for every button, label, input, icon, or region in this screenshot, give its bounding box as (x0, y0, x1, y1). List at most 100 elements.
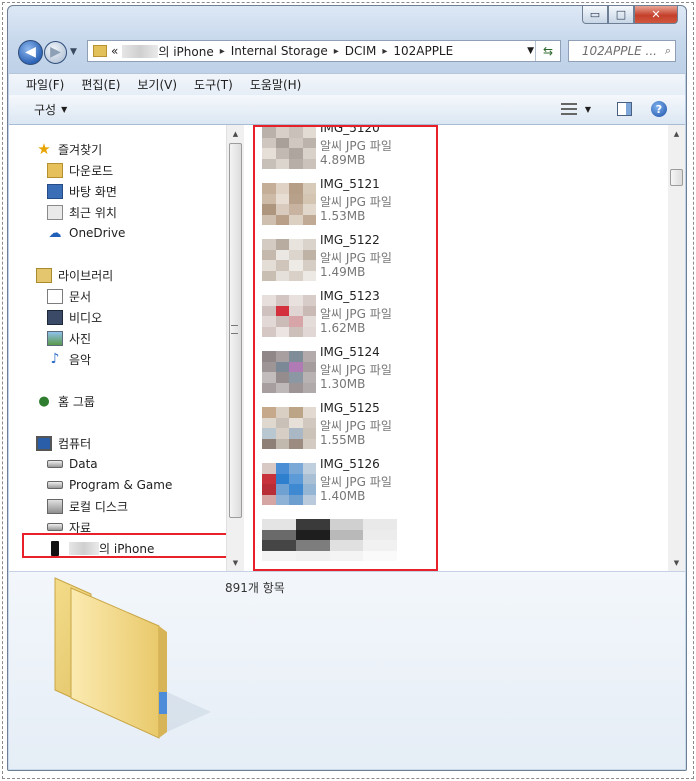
nav-label: Data (69, 457, 98, 471)
item-count: 891개 항목 (225, 581, 285, 595)
nav-videos[interactable]: 비디오 (47, 307, 102, 327)
breadcrumb-separator-icon[interactable]: ▸ (220, 46, 225, 57)
navigation-bar: ◀ ▶ ▼ « 의 iPhone ▸ Internal Storage ▸ DC… (18, 39, 676, 65)
homegroup-icon: ● (38, 393, 50, 409)
cloud-icon: ☁ (48, 225, 62, 241)
organize-button[interactable]: 구성 ▼ (34, 101, 67, 118)
nav-drive-data[interactable]: Data (47, 454, 98, 474)
drive-icon (47, 460, 63, 468)
nav-computer[interactable]: 컴퓨터 (36, 433, 91, 453)
view-dropdown-arrow[interactable]: ▼ (585, 105, 591, 114)
command-bar: 구성 ▼ ▼ ? (9, 95, 685, 125)
chevron-down-icon: ▼ (61, 105, 68, 114)
nav-onedrive[interactable]: ☁ OneDrive (47, 223, 126, 243)
refresh-button[interactable]: ⇆ (535, 41, 560, 61)
view-options-icon[interactable] (560, 103, 577, 115)
scroll-down-arrow-icon[interactable]: ▼ (668, 554, 685, 571)
close-button[interactable]: ✕ (634, 6, 678, 24)
navigation-pane: ★ 즐겨찾기 다운로드 바탕 화면 최근 위치 ☁ OneDrive 라이브러리… (9, 125, 226, 571)
preview-pane-icon[interactable] (617, 102, 632, 116)
nav-libraries[interactable]: 라이브러리 (36, 265, 113, 285)
search-icon: ⌕ (664, 44, 671, 57)
large-folder-icon (54, 577, 211, 739)
explorer-window: ▭ □ ✕ ◀ ▶ ▼ « 의 iPhone ▸ Internal Storag… (7, 5, 687, 771)
nav-label: 문서 (69, 289, 92, 304)
nav-documents[interactable]: 문서 (47, 286, 91, 306)
address-segment-internal-storage[interactable]: Internal Storage (231, 44, 328, 58)
help-icon[interactable]: ? (651, 101, 667, 117)
recent-pages-dropdown[interactable]: ▼ (70, 47, 77, 57)
nav-desktop[interactable]: 바탕 화면 (47, 181, 117, 201)
nav-music[interactable]: ♪ 음악 (47, 349, 92, 369)
scrollbar-grip-icon (231, 325, 238, 334)
scroll-up-arrow-icon[interactable]: ▲ (227, 125, 244, 142)
nav-local-disk[interactable]: 로컬 디스크 (47, 496, 128, 516)
address-history-dropdown[interactable]: ▼ (527, 46, 534, 56)
content-area: ★ 즐겨찾기 다운로드 바탕 화면 최근 위치 ☁ OneDrive 라이브러리… (9, 125, 685, 572)
nav-label: Program & Game (69, 478, 173, 492)
menu-view[interactable]: 보기(V) (137, 76, 177, 93)
menu-edit[interactable]: 편집(E) (81, 76, 120, 93)
maximize-button[interactable]: □ (608, 6, 634, 24)
nav-label: 음악 (69, 352, 92, 367)
search-box[interactable]: 102APPLE ... ⌕ (568, 40, 676, 62)
nav-drive-program-game[interactable]: Program & Game (47, 475, 172, 495)
computer-icon (36, 435, 52, 451)
nav-label: 홈 그룹 (58, 394, 95, 409)
windows-drive-icon (47, 498, 63, 514)
nav-homegroup[interactable]: ● 홈 그룹 (36, 391, 95, 411)
scrollbar-thumb[interactable] (670, 169, 683, 186)
file-list-scrollbar[interactable]: ▲ ▼ (668, 125, 685, 571)
file-list-highlight-box (253, 125, 438, 571)
back-button[interactable]: ◀ (18, 39, 43, 65)
nav-label: 컴퓨터 (58, 436, 92, 451)
nav-label: 다운로드 (69, 163, 114, 178)
menu-file[interactable]: 파일(F) (26, 76, 64, 93)
details-pane: 891개 항목 (9, 572, 685, 769)
nav-label: 즐겨찾기 (58, 142, 103, 157)
address-overflow-chevron[interactable]: « (111, 44, 118, 58)
window-caption-buttons: ▭ □ ✕ (582, 6, 678, 28)
nav-label: 바탕 화면 (69, 184, 117, 199)
breadcrumb-separator-icon[interactable]: ▸ (334, 46, 339, 57)
menu-help[interactable]: 도움말(H) (250, 76, 302, 93)
menu-tools[interactable]: 도구(T) (194, 76, 233, 93)
nav-downloads[interactable]: 다운로드 (47, 160, 113, 180)
nav-label: 사진 (69, 331, 92, 346)
picture-icon (47, 330, 63, 346)
address-segment-dcim[interactable]: DCIM (345, 44, 377, 58)
navigation-scrollbar[interactable]: ▲ ▼ (226, 125, 244, 571)
folder-icon (93, 45, 107, 57)
music-note-icon: ♪ (50, 351, 60, 367)
forward-button[interactable]: ▶ (44, 40, 67, 64)
arrow-left-icon: ◀ (25, 44, 36, 60)
menu-bar: 파일(F) 편집(E) 보기(V) 도구(T) 도움말(H) (9, 73, 685, 95)
nav-label: 라이브러리 (58, 268, 114, 283)
search-placeholder: 102APPLE ... (581, 44, 657, 58)
organize-label: 구성 (34, 103, 57, 117)
address-segment-102apple[interactable]: 102APPLE (393, 44, 453, 58)
address-segment-iphone[interactable]: 의 iPhone (158, 43, 213, 60)
film-icon (47, 309, 63, 325)
nav-favorites[interactable]: ★ 즐겨찾기 (36, 139, 102, 159)
drive-icon (47, 523, 63, 531)
drive-icon (47, 481, 63, 489)
nav-label: 최근 위치 (69, 205, 117, 220)
nav-pictures[interactable]: 사진 (47, 328, 91, 348)
breadcrumb-separator-icon[interactable]: ▸ (382, 46, 387, 57)
nav-label: 비디오 (69, 310, 103, 325)
libraries-icon (36, 267, 52, 283)
recent-places-icon (47, 204, 63, 220)
arrow-right-icon: ▶ (50, 44, 61, 60)
minimize-button[interactable]: ▭ (582, 6, 608, 24)
refresh-icon: ⇆ (542, 44, 554, 58)
star-icon: ★ (37, 140, 51, 158)
redacted-name (122, 44, 159, 58)
address-bar[interactable]: « 의 iPhone ▸ Internal Storage ▸ DCIM ▸ 1… (87, 40, 561, 62)
desktop-icon (47, 183, 63, 199)
scroll-up-arrow-icon[interactable]: ▲ (668, 125, 685, 142)
scroll-down-arrow-icon[interactable]: ▼ (227, 554, 244, 571)
documents-icon (47, 288, 63, 304)
nav-recent-places[interactable]: 최근 위치 (47, 202, 117, 222)
iphone-highlight-box (22, 533, 231, 558)
